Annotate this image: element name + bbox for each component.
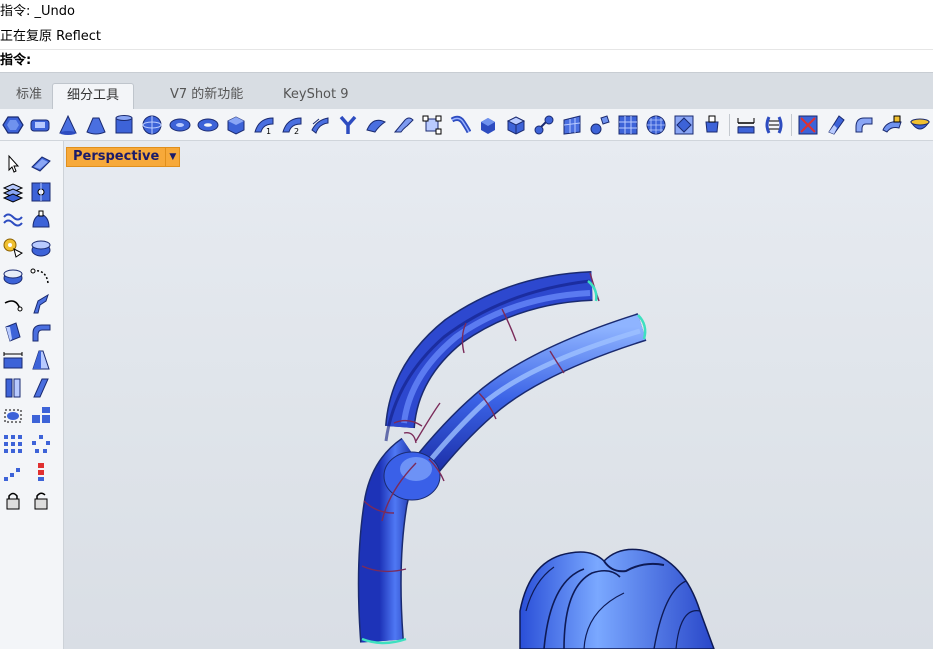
- subd-sweep1-icon[interactable]: [307, 112, 332, 137]
- perspective-viewport[interactable]: Perspective ▼: [64, 141, 933, 649]
- subd-cube-icon[interactable]: [223, 112, 248, 137]
- points-icon[interactable]: [28, 179, 54, 204]
- tab-subd-tools[interactable]: 细分工具: [52, 83, 135, 110]
- main-stem-tube[interactable]: [357, 437, 441, 643]
- command-history-line: 指令: _Undo: [0, 4, 75, 19]
- subd-sphere-grid-icon[interactable]: [643, 112, 668, 137]
- tab-v7-new-features[interactable]: V7 的新功能: [156, 83, 257, 110]
- subd-quad-icon[interactable]: [671, 112, 696, 137]
- polar-array-icon[interactable]: [28, 431, 54, 456]
- subd-offset-icon[interactable]: [879, 112, 904, 137]
- subd-to-nurbs-icon[interactable]: [587, 112, 612, 137]
- command-history-line: 正在复原 Reflect: [0, 29, 102, 44]
- subd-loft-icon[interactable]: 1: [251, 112, 276, 137]
- tab-standard[interactable]: 标准: [2, 83, 56, 110]
- disc-icon[interactable]: [0, 263, 26, 288]
- curves-icon[interactable]: [0, 207, 26, 232]
- surface-icon[interactable]: [28, 151, 54, 176]
- bounding-box-icon[interactable]: [0, 403, 26, 428]
- subd-toolbar: 1 2: [0, 109, 933, 141]
- unlock-icon[interactable]: [28, 487, 54, 512]
- lock-icon[interactable]: [0, 487, 26, 512]
- subd-bridge-icon[interactable]: [531, 112, 556, 137]
- subd-stitch-icon[interactable]: [761, 112, 786, 137]
- extrude-icon[interactable]: [0, 319, 26, 344]
- subd-cone-icon[interactable]: [55, 112, 80, 137]
- subd-ellipsoid-icon[interactable]: [167, 112, 192, 137]
- left-toolbar: [0, 141, 64, 649]
- tab-keyshot[interactable]: KeyShot 9: [269, 83, 363, 110]
- blend-surface-icon[interactable]: [28, 291, 54, 316]
- subd-torus-icon[interactable]: [195, 112, 220, 137]
- subd-sweep2-icon[interactable]: 2: [279, 112, 304, 137]
- toolbar-tab-bar: 标准 细分工具 V7 的新功能 KeyShot 9: [0, 72, 933, 110]
- array-icon[interactable]: [28, 403, 54, 428]
- subd-truncated-cone-icon[interactable]: [83, 112, 108, 137]
- subd-slide-icon[interactable]: [823, 112, 848, 137]
- toolbar-separator: [729, 114, 730, 136]
- subd-grid-icon[interactable]: [615, 112, 640, 137]
- subd-pipe-icon[interactable]: [447, 112, 472, 137]
- viewport-title[interactable]: Perspective: [67, 148, 165, 166]
- subd-cylinder-ring-icon[interactable]: [27, 112, 52, 137]
- layers-icon[interactable]: [0, 179, 26, 204]
- toolbar-separator: [791, 114, 792, 136]
- viewport-title-tab[interactable]: Perspective ▼: [66, 147, 181, 167]
- command-prompt-label: 指令:: [0, 53, 32, 68]
- gear-edit-icon[interactable]: [0, 235, 26, 260]
- subd-crease-icon[interactable]: [795, 112, 820, 137]
- subd-box-icon[interactable]: [0, 112, 25, 137]
- subd-multipipe-icon[interactable]: [335, 112, 360, 137]
- subd-insert-edge-icon[interactable]: [733, 112, 758, 137]
- grid-array-icon[interactable]: [0, 431, 26, 456]
- subd-bowl-icon[interactable]: [907, 112, 932, 137]
- subd-cylinder-icon[interactable]: [111, 112, 136, 137]
- subd-plane-mesh-icon[interactable]: [559, 112, 584, 137]
- select-arrow-icon[interactable]: [0, 151, 26, 176]
- stack-array-icon[interactable]: [28, 459, 54, 484]
- subd-model-scene[interactable]: [64, 141, 933, 649]
- command-input[interactable]: [32, 52, 912, 70]
- command-prompt-row: 指令:: [0, 49, 933, 72]
- subd-box-solid-icon[interactable]: [475, 112, 500, 137]
- subd-patch-icon[interactable]: [363, 112, 388, 137]
- svg-text:1: 1: [266, 127, 271, 136]
- triangle-down-icon[interactable]: ▼: [165, 148, 179, 166]
- wedge-icon[interactable]: [28, 347, 54, 372]
- subd-transform-icon[interactable]: [419, 112, 444, 137]
- svg-text:2: 2: [294, 127, 299, 136]
- curve-array-icon[interactable]: [0, 459, 26, 484]
- subd-sphere-icon[interactable]: [139, 112, 164, 137]
- command-history: 指令: _Undo 正在复原 Reflect 指令:: [0, 0, 933, 72]
- fillet-edge-icon[interactable]: [28, 319, 54, 344]
- subd-bevel-icon[interactable]: [851, 112, 876, 137]
- ring-icon[interactable]: [28, 235, 54, 260]
- subd-body[interactable]: [519, 548, 715, 649]
- arc-icon[interactable]: [28, 263, 54, 288]
- dimension-icon[interactable]: [0, 347, 26, 372]
- subd-box-smooth-icon[interactable]: [503, 112, 528, 137]
- split-icon[interactable]: [0, 375, 26, 400]
- subd-fillet-icon[interactable]: [391, 112, 416, 137]
- subd-cup-icon[interactable]: [699, 112, 724, 137]
- curve-point-icon[interactable]: [0, 291, 26, 316]
- taper-icon[interactable]: [28, 375, 54, 400]
- solid-icon[interactable]: [28, 207, 54, 232]
